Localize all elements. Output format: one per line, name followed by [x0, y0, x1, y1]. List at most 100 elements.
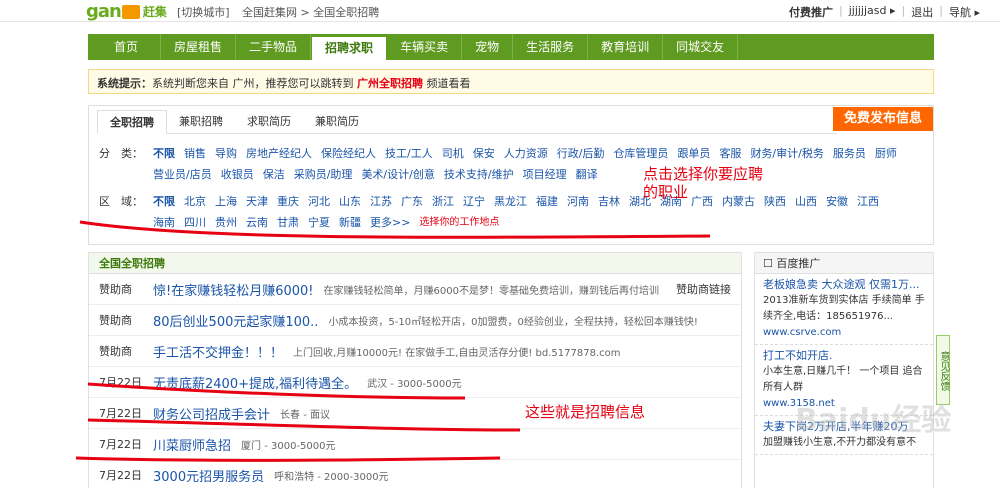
- job-date: 7月22日: [99, 438, 142, 451]
- filter-tab-0[interactable]: 全职招聘: [97, 110, 167, 134]
- category-option[interactable]: 不限: [153, 143, 175, 164]
- area-option[interactable]: 江苏: [370, 191, 392, 212]
- area-option[interactable]: 河南: [567, 191, 589, 212]
- area-option[interactable]: 重庆: [277, 191, 299, 212]
- filter-tab-3[interactable]: 兼职简历: [303, 110, 371, 133]
- notice-text-2: 频道看看: [426, 77, 471, 90]
- post-free-button[interactable]: 免费发布信息: [833, 107, 933, 131]
- job-title-link[interactable]: 3000元招男服务员: [153, 466, 264, 485]
- job-date: 7月22日: [99, 376, 142, 389]
- notice-city-link[interactable]: 广州全职招聘: [357, 77, 423, 90]
- area-option[interactable]: 吉林: [598, 191, 620, 212]
- separator: |: [901, 4, 906, 17]
- category-option[interactable]: 厨师: [875, 143, 897, 164]
- sponsor-link[interactable]: 赞助商链接: [676, 281, 731, 297]
- filter-tab-2[interactable]: 求职简历: [235, 110, 303, 133]
- logout-link[interactable]: 退出: [911, 4, 933, 20]
- job-row: 赞助商 惊!在家赚钱轻松月赚6000! 在家赚钱轻松简单，月赚6000不是梦！零基础…: [89, 274, 741, 305]
- category-option[interactable]: 技工/工人: [385, 143, 433, 164]
- category-option[interactable]: 项目经理: [523, 164, 567, 185]
- site-nav-menu[interactable]: 导航 ▸: [949, 4, 980, 20]
- category-option[interactable]: 保险经纪人: [321, 143, 376, 164]
- job-date: 7月22日: [99, 407, 142, 420]
- ad-title-link[interactable]: 打工不如开店.: [763, 348, 925, 364]
- paid-promo-link[interactable]: 付费推广: [789, 4, 833, 20]
- category-option[interactable]: 客服: [719, 143, 741, 164]
- filter-tab-1[interactable]: 兼职招聘: [167, 110, 235, 133]
- filter-tabs: 全职招聘 兼职招聘 求职简历 兼职简历: [97, 110, 837, 134]
- ad-url-link[interactable]: www.csrve.com: [763, 325, 925, 341]
- username: jjjjjjasd: [848, 4, 887, 17]
- notice-text: 系统判断您来自 广州，推荐您可以跳转到: [152, 77, 354, 90]
- ganji-logo[interactable]: gan 赶集: [86, 0, 167, 22]
- system-notice: 系统提示：系统判断您来自 广州，推荐您可以跳转到 广州全职招聘 频道看看: [88, 69, 934, 94]
- breadcrumb[interactable]: 全国赶集网 > 全国全职招聘: [242, 4, 379, 20]
- area-option[interactable]: 福建: [536, 191, 558, 212]
- nav-item-4[interactable]: 车辆买卖: [387, 34, 463, 60]
- area-option[interactable]: 江西: [857, 191, 879, 212]
- category-option[interactable]: 导购: [215, 143, 237, 164]
- nav-item-3[interactable]: 招聘求职: [311, 36, 388, 60]
- area-option[interactable]: 不限: [153, 191, 175, 212]
- category-option[interactable]: 技术支持/维护: [444, 164, 514, 185]
- area-option[interactable]: 甘肃: [277, 212, 299, 233]
- area-option[interactable]: 新疆: [339, 212, 361, 233]
- category-option[interactable]: 服务员: [833, 143, 866, 164]
- area-option[interactable]: 山西: [795, 191, 817, 212]
- category-option[interactable]: 司机: [442, 143, 464, 164]
- area-option[interactable]: 浙江: [432, 191, 454, 212]
- category-option[interactable]: 收银员: [221, 164, 254, 185]
- area-more-link[interactable]: 更多>>: [370, 212, 410, 233]
- area-option[interactable]: 宁夏: [308, 212, 330, 233]
- category-option[interactable]: 翻译: [576, 164, 598, 185]
- job-title-link[interactable]: 财务公司招成手会计: [153, 404, 270, 423]
- job-date: 赞助商: [99, 345, 132, 358]
- area-option[interactable]: 黑龙江: [494, 191, 527, 212]
- category-option[interactable]: 营业员/店员: [153, 164, 212, 185]
- category-option[interactable]: 财务/审计/税务: [750, 143, 823, 164]
- category-option[interactable]: 跟单员: [677, 143, 710, 164]
- city-switch-link[interactable]: [切换城市]: [177, 4, 230, 20]
- job-title-link[interactable]: 80后创业500元起家赚100..: [153, 311, 318, 330]
- category-option[interactable]: 行政/后勤: [557, 143, 605, 164]
- area-option[interactable]: 上海: [215, 191, 237, 212]
- area-option[interactable]: 辽宁: [463, 191, 485, 212]
- job-title-link[interactable]: 惊!在家赚钱轻松月赚6000!: [153, 280, 314, 299]
- job-date: 赞助商: [99, 283, 132, 296]
- user-menu[interactable]: jjjjjjasd ▸: [849, 4, 896, 20]
- area-option[interactable]: 广东: [401, 191, 423, 212]
- category-option[interactable]: 采购员/助理: [294, 164, 353, 185]
- job-list: 全国全职招聘 赞助商 惊!在家赚钱轻松月赚6000! 在家赚钱轻松简单，月赚6000…: [88, 252, 742, 488]
- category-option[interactable]: 保洁: [263, 164, 285, 185]
- ad-title-link[interactable]: 老板娘急卖 大众途观 仅需1万...: [763, 277, 925, 293]
- area-option[interactable]: 河北: [308, 191, 330, 212]
- area-option[interactable]: 海南: [153, 212, 175, 233]
- category-option[interactable]: 房地产经纪人: [246, 143, 312, 164]
- main-nav: 首页 房屋租售 二手物品 招聘求职 车辆买卖 宠物 生活服务 教育培训 同城交友: [88, 34, 934, 60]
- category-option[interactable]: 人力资源: [504, 143, 548, 164]
- category-option[interactable]: 保安: [473, 143, 495, 164]
- nav-item-1[interactable]: 房屋租售: [161, 34, 237, 60]
- category-option[interactable]: 仓库管理员: [613, 143, 668, 164]
- area-option[interactable]: 北京: [184, 191, 206, 212]
- area-option[interactable]: 贵州: [215, 212, 237, 233]
- nav-item-6[interactable]: 生活服务: [513, 34, 589, 60]
- job-title-link[interactable]: 手工活不交押金！！！: [153, 342, 283, 361]
- category-option[interactable]: 销售: [184, 143, 206, 164]
- nav-item-5[interactable]: 宠物: [462, 34, 514, 60]
- area-option[interactable]: 山东: [339, 191, 361, 212]
- job-title-link[interactable]: 川菜厨师急招: [153, 435, 231, 454]
- nav-item-7[interactable]: 教育培训: [588, 34, 664, 60]
- area-option[interactable]: 安徽: [826, 191, 848, 212]
- job-date: 赞助商: [99, 314, 132, 327]
- nav-item-0[interactable]: 首页: [88, 34, 162, 60]
- job-desc: 武汉 - 3000-5000元: [367, 378, 462, 390]
- area-option[interactable]: 云南: [246, 212, 268, 233]
- category-option[interactable]: 美术/设计/创意: [361, 164, 434, 185]
- area-option[interactable]: 四川: [184, 212, 206, 233]
- job-title-link[interactable]: 无责底薪2400+提成,福利待遇全。: [153, 373, 357, 392]
- nav-item-2[interactable]: 二手物品: [236, 34, 312, 60]
- sidebar-header-text: 百度推广: [776, 257, 821, 270]
- nav-item-8[interactable]: 同城交友: [663, 34, 739, 60]
- area-option[interactable]: 天津: [246, 191, 268, 212]
